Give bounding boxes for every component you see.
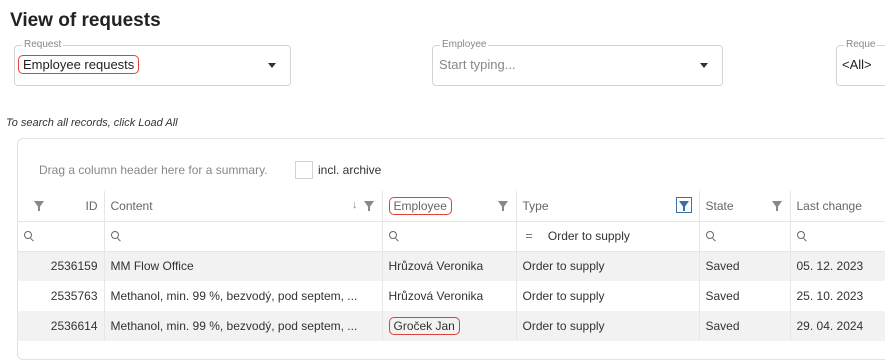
- column-type-label: Type: [522, 198, 549, 213]
- row-state: Saved: [698, 311, 790, 341]
- row-employee: Hrůzová Veronika: [381, 251, 516, 281]
- requests-grid: Drag a column header here for a summary.…: [17, 138, 885, 360]
- column-employee-label: Employee: [388, 196, 452, 215]
- id-filter-cell[interactable]: [18, 221, 104, 252]
- row-content: Methanol, min. 99 %, bezvodý, pod septem…: [103, 281, 382, 311]
- filter-icon: [678, 201, 689, 211]
- header-row: ID Content ↓ Employee Type State Last ch…: [18, 191, 885, 222]
- search-icon: [705, 231, 715, 240]
- last-change-filter-cell[interactable]: [789, 221, 885, 252]
- row-state: Saved: [698, 251, 790, 281]
- filter-icon[interactable]: [363, 201, 374, 211]
- group-panel-hint: Drag a column header here for a summary.: [39, 163, 268, 177]
- row-last-change: 29. 04. 2024: [789, 311, 885, 341]
- column-last-change-label: Last change: [796, 198, 862, 213]
- row-employee: Groček Jan: [381, 311, 516, 341]
- table-row[interactable]: 2535763 Methanol, min. 99 %, bezvodý, po…: [18, 281, 885, 311]
- page-title: View of requests: [10, 10, 161, 31]
- type-filter-cell[interactable]: = Order to supply: [515, 221, 699, 252]
- column-header-state[interactable]: State: [698, 191, 790, 222]
- requests-table: ID Content ↓ Employee Type State Last ch…: [18, 191, 885, 341]
- chevron-down-icon[interactable]: [700, 63, 708, 68]
- row-state: Saved: [698, 281, 790, 311]
- archive-label: incl. archive: [318, 163, 382, 177]
- row-id: 2535763: [50, 289, 98, 303]
- employee-select[interactable]: Employee Start typing...: [432, 39, 723, 86]
- row-id: 2536159: [18, 251, 104, 281]
- request-state-label: Reque: [844, 39, 878, 51]
- table-row[interactable]: 2536159 MM Flow Office Hrůzová Veronika …: [18, 251, 885, 281]
- filter-icon[interactable]: [34, 201, 44, 211]
- request-select[interactable]: Request Employee requests: [14, 39, 291, 86]
- filter-operator[interactable]: =: [523, 229, 533, 243]
- row-content: Methanol, min. 99 %, bezvodý, pod septem…: [103, 311, 382, 341]
- column-header-employee[interactable]: Employee: [381, 191, 516, 222]
- column-content-label: Content: [110, 198, 153, 213]
- row-employee-highlight: Groček Jan: [388, 317, 460, 335]
- row-id: 2536614: [18, 311, 104, 341]
- column-header-last-change[interactable]: Last change: [789, 191, 885, 222]
- row-last-change: 05. 12. 2023: [789, 251, 885, 281]
- filter-icon[interactable]: [497, 201, 508, 211]
- request-label: Request: [22, 39, 64, 51]
- row-content: MM Flow Office: [103, 251, 382, 281]
- state-filter-cell[interactable]: [698, 221, 790, 252]
- row-employee: Hrůzová Veronika: [381, 281, 516, 311]
- chevron-down-icon[interactable]: [268, 63, 276, 68]
- column-header-type[interactable]: Type: [515, 191, 699, 222]
- search-icon: [388, 231, 398, 240]
- load-all-note: To search all records, click Load All: [6, 117, 178, 129]
- filter-icon[interactable]: [771, 201, 782, 211]
- row-type: Order to supply: [515, 311, 699, 341]
- search-icon: [110, 231, 120, 240]
- row-type: Order to supply: [515, 281, 699, 311]
- table-row[interactable]: 2536614 Methanol, min. 99 %, bezvodý, po…: [18, 311, 885, 341]
- active-filter-icon[interactable]: [675, 197, 692, 213]
- request-state-select[interactable]: Reque <All>: [836, 39, 885, 86]
- request-value: Employee requests: [18, 55, 140, 74]
- content-filter-cell[interactable]: [103, 221, 382, 252]
- type-filter-value[interactable]: Order to supply: [536, 229, 630, 243]
- filter-row: = Order to supply: [18, 221, 885, 252]
- row-last-change: 25. 10. 2023: [789, 281, 885, 311]
- search-icon: [796, 231, 806, 240]
- employee-input[interactable]: Start typing...: [439, 57, 516, 72]
- search-icon: [24, 231, 33, 240]
- column-header-content[interactable]: Content ↓: [103, 191, 382, 222]
- column-header-id[interactable]: ID: [18, 191, 104, 222]
- employee-filter-cell[interactable]: [381, 221, 516, 252]
- row-type: Order to supply: [515, 251, 699, 281]
- archive-checkbox[interactable]: [295, 161, 313, 179]
- request-state-value: <All>: [842, 57, 872, 72]
- employee-label: Employee: [440, 39, 489, 51]
- column-state-label: State: [705, 198, 734, 213]
- sort-down-icon[interactable]: ↓: [352, 199, 358, 211]
